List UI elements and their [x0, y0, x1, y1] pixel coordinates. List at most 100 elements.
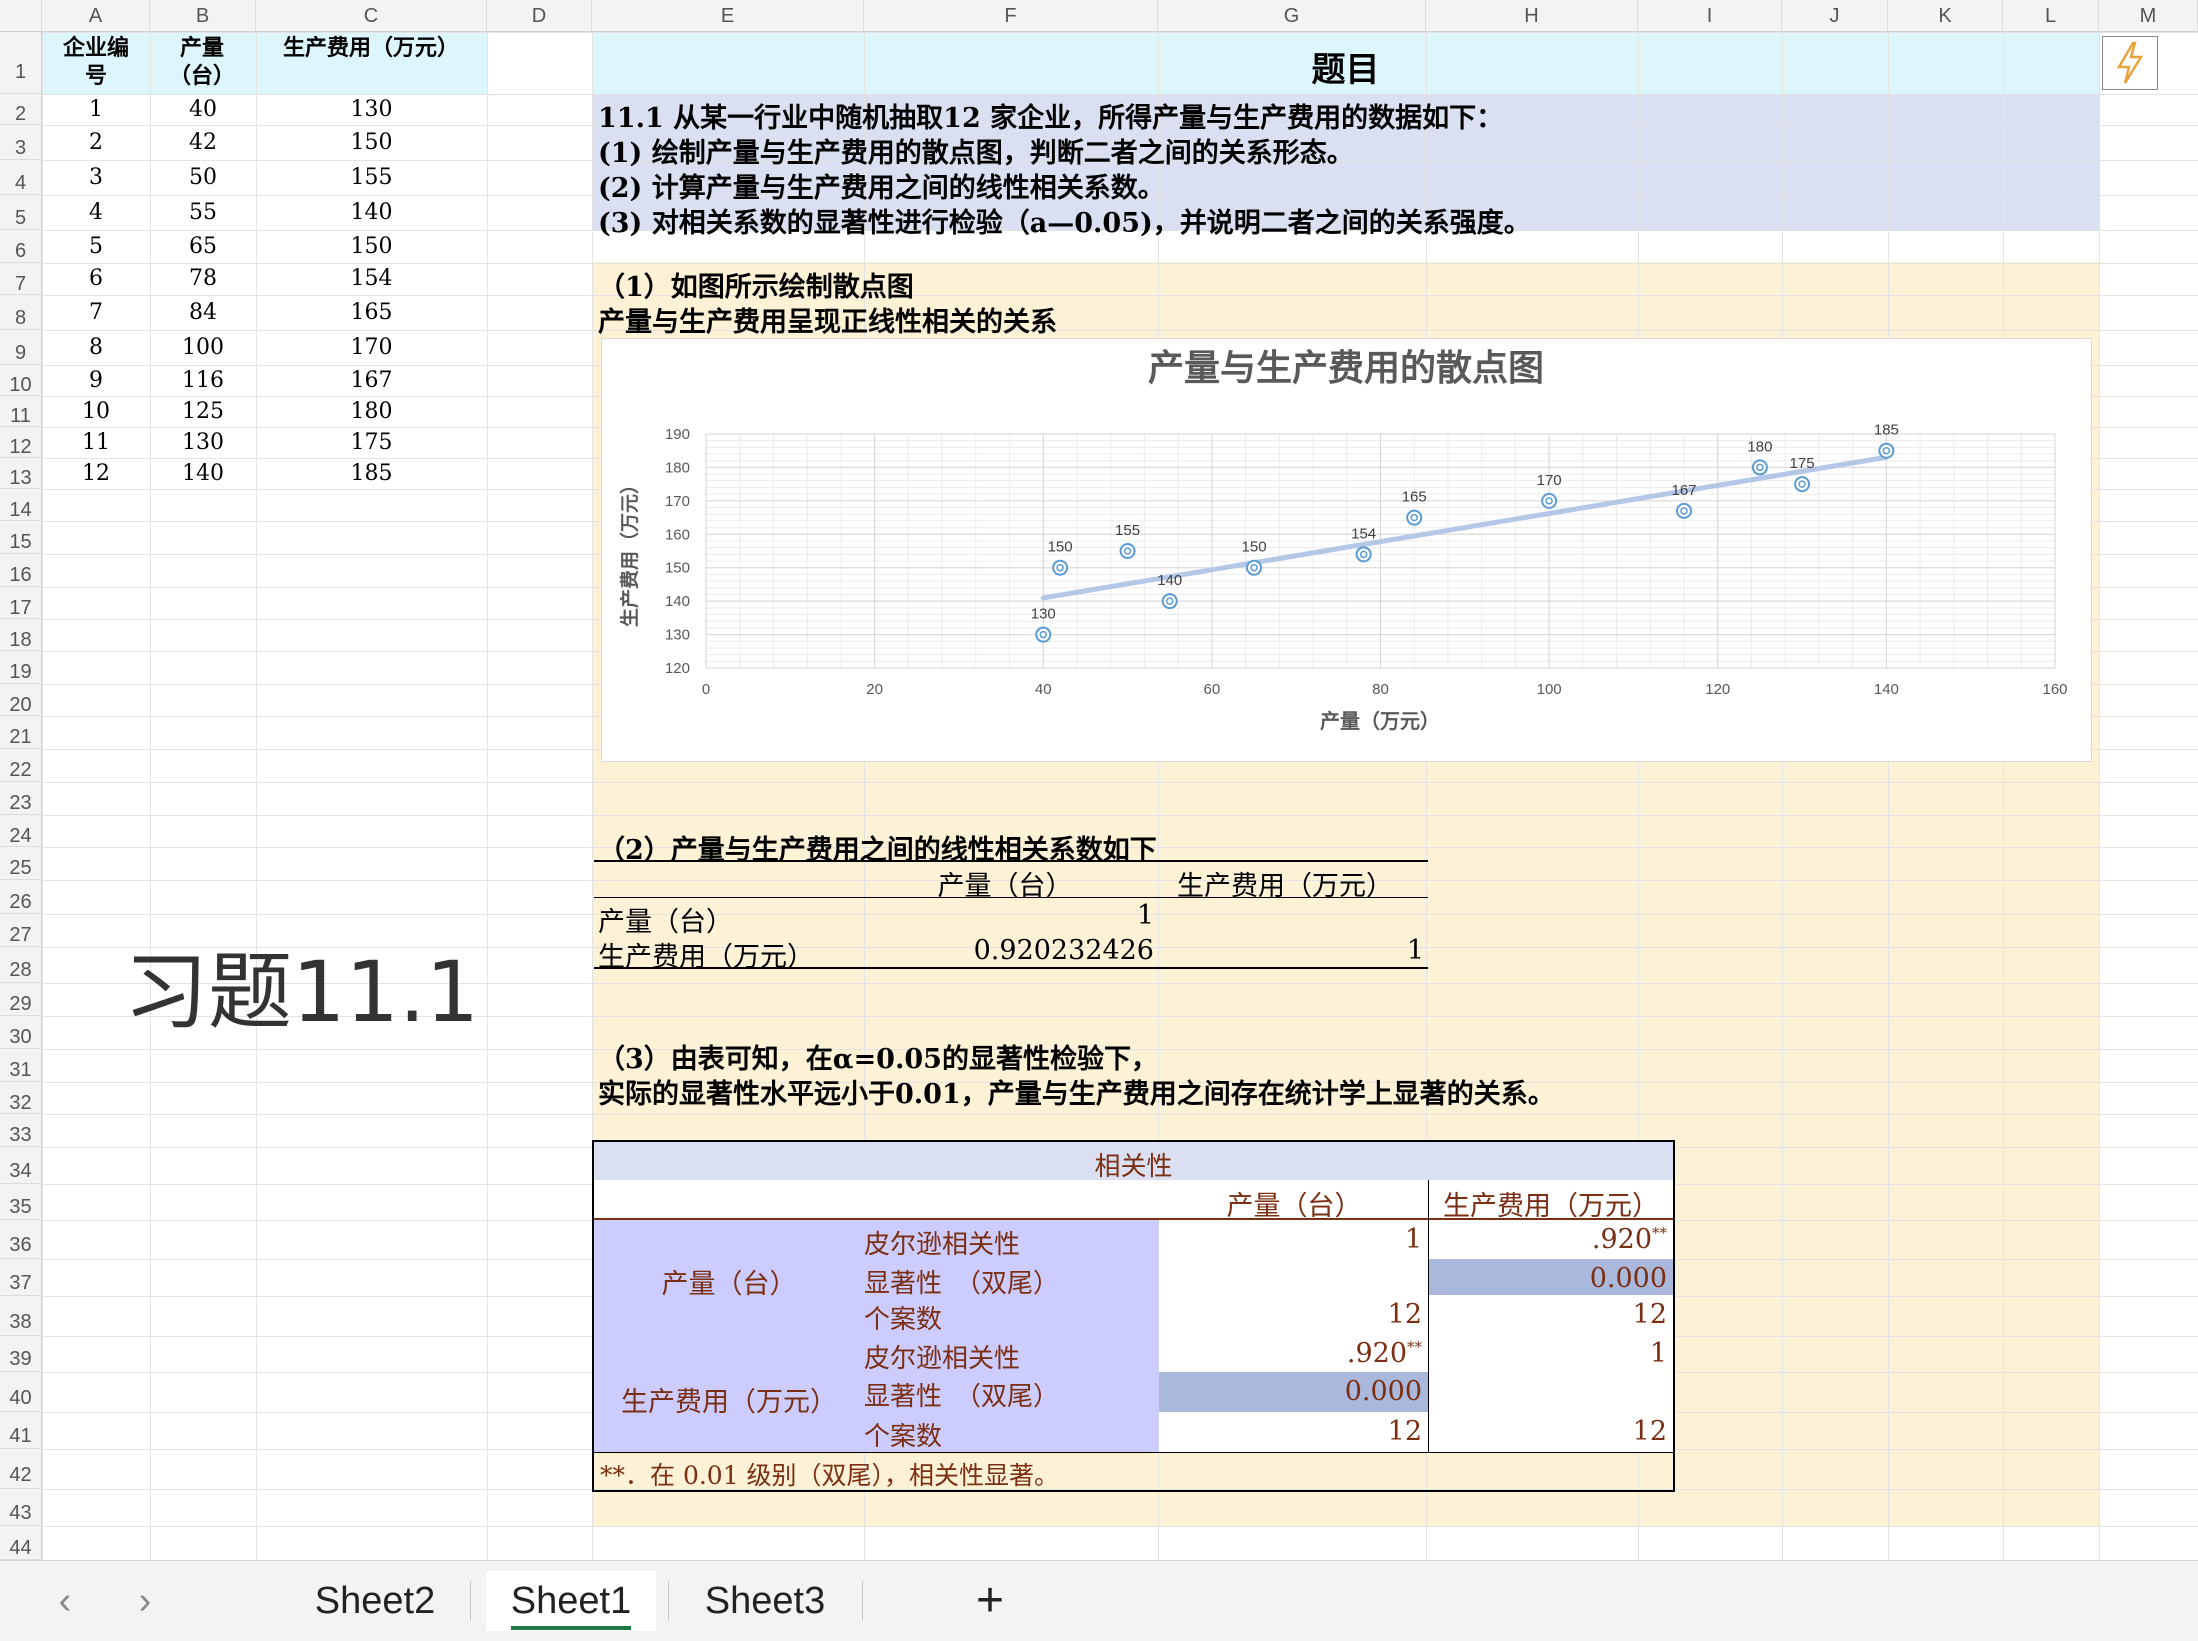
row-header-35[interactable]: 35 — [0, 1184, 42, 1220]
row-header-39[interactable]: 39 — [0, 1336, 42, 1372]
add-sheet-button[interactable]: + — [960, 1571, 1020, 1631]
spss-cell[interactable]: .920** — [1429, 1224, 1667, 1255]
row-header-2[interactable]: 2 — [0, 94, 42, 125]
spss-cell[interactable]: .920** — [1159, 1338, 1422, 1369]
cell-output[interactable]: 55 — [150, 200, 256, 225]
scatter-chart[interactable]: 0 20 40 60 80 100 120 140 160 120 130 140 150 160 170 1… — [601, 338, 2092, 762]
cell-id[interactable]: 5 — [42, 234, 150, 259]
row-header-33[interactable]: 33 — [0, 1114, 42, 1147]
row-header-27[interactable]: 27 — [0, 914, 42, 947]
cell-output[interactable]: 100 — [150, 335, 256, 360]
cell-cost[interactable]: 150 — [256, 234, 487, 259]
column-header-J[interactable]: J — [1782, 0, 1888, 32]
row-header-14[interactable]: 14 — [0, 489, 42, 521]
spss-cell[interactable]: 12 — [1429, 1416, 1667, 1447]
row-header-9[interactable]: 9 — [0, 330, 42, 365]
row-header-24[interactable]: 24 — [0, 815, 42, 847]
cell-output[interactable]: 116 — [150, 368, 256, 393]
cell-id[interactable]: 12 — [42, 461, 150, 486]
row-header-23[interactable]: 23 — [0, 782, 42, 815]
column-header-H[interactable]: H — [1426, 0, 1638, 32]
cell-id[interactable]: 6 — [42, 266, 150, 291]
spss-cell[interactable]: 0.000 — [1429, 1263, 1667, 1294]
cell-cost[interactable]: 155 — [256, 165, 487, 190]
row-header-38[interactable]: 38 — [0, 1296, 42, 1336]
row-header-36[interactable]: 36 — [0, 1220, 42, 1259]
cell-cost[interactable]: 167 — [256, 368, 487, 393]
row-header-31[interactable]: 31 — [0, 1049, 42, 1082]
flash-fill-icon[interactable] — [2102, 36, 2158, 90]
spss-cell[interactable]: 12 — [1159, 1416, 1422, 1447]
corr-r21[interactable]: 0.920232426 — [900, 935, 1154, 966]
spss-cell[interactable]: 1 — [1159, 1224, 1422, 1255]
cell-output[interactable]: 78 — [150, 266, 256, 291]
column-header-C[interactable]: C — [256, 0, 487, 32]
header-id[interactable]: 企业编 号 — [44, 34, 148, 90]
cell-output[interactable]: 84 — [150, 300, 256, 325]
cell-id[interactable]: 3 — [42, 165, 150, 190]
spss-cell[interactable]: 0.000 — [1159, 1376, 1422, 1407]
row-header-34[interactable]: 34 — [0, 1147, 42, 1184]
column-header-I[interactable]: I — [1638, 0, 1782, 32]
cell-id[interactable]: 2 — [42, 130, 150, 155]
cell-output[interactable]: 125 — [150, 399, 256, 424]
row-header-20[interactable]: 20 — [0, 684, 42, 716]
prev-sheet-button[interactable]: ‹ — [40, 1571, 90, 1631]
row-header-44[interactable]: 44 — [0, 1526, 42, 1560]
row-header-30[interactable]: 30 — [0, 1016, 42, 1049]
row-header-43[interactable]: 43 — [0, 1489, 42, 1526]
column-header-D[interactable]: D — [487, 0, 592, 32]
cell-output[interactable]: 65 — [150, 234, 256, 259]
tab-sheet3[interactable]: Sheet3 — [690, 1571, 840, 1631]
cell-cost[interactable]: 180 — [256, 399, 487, 424]
row-header-11[interactable]: 11 — [0, 396, 42, 427]
row-header-19[interactable]: 19 — [0, 651, 42, 684]
tab-sheet1[interactable]: Sheet1 — [486, 1571, 656, 1631]
row-header-13[interactable]: 13 — [0, 458, 42, 489]
column-header-F[interactable]: F — [864, 0, 1158, 32]
cell-cost[interactable]: 130 — [256, 97, 487, 122]
column-header-E[interactable]: E — [592, 0, 864, 32]
column-header-G[interactable]: G — [1158, 0, 1426, 32]
row-header-37[interactable]: 37 — [0, 1259, 42, 1296]
row-header-10[interactable]: 10 — [0, 365, 42, 396]
spss-cell[interactable]: 12 — [1429, 1299, 1667, 1330]
cell-cost[interactable]: 150 — [256, 130, 487, 155]
cell-id[interactable]: 11 — [42, 430, 150, 455]
column-header-L[interactable]: L — [2003, 0, 2099, 32]
spss-correlation-table[interactable]: 相关性 产量（台） 生产费用（万元） 产量（台） 生产费用（万元） 皮尔逊相关性… — [592, 1140, 1675, 1492]
row-header-42[interactable]: 42 — [0, 1449, 42, 1489]
cell-id[interactable]: 4 — [42, 200, 150, 225]
cell-cost[interactable]: 165 — [256, 300, 487, 325]
row-header-29[interactable]: 29 — [0, 983, 42, 1016]
cell-output[interactable]: 50 — [150, 165, 256, 190]
row-header-22[interactable]: 22 — [0, 749, 42, 782]
row-header-15[interactable]: 15 — [0, 521, 42, 554]
header-output[interactable]: 产量 （台） — [150, 34, 254, 90]
row-header-1[interactable]: 1 — [0, 32, 42, 94]
cell-output[interactable]: 140 — [150, 461, 256, 486]
column-header-A[interactable]: A — [42, 0, 150, 32]
row-header-16[interactable]: 16 — [0, 554, 42, 587]
row-header-17[interactable]: 17 — [0, 587, 42, 619]
row-header-40[interactable]: 40 — [0, 1372, 42, 1412]
tab-sheet2[interactable]: Sheet2 — [300, 1571, 450, 1631]
cell-output[interactable]: 40 — [150, 97, 256, 122]
row-header-12[interactable]: 12 — [0, 427, 42, 458]
cell-id[interactable]: 10 — [42, 399, 150, 424]
cell-cost[interactable]: 185 — [256, 461, 487, 486]
cell-id[interactable]: 7 — [42, 300, 150, 325]
header-cost[interactable]: 生产费用（万元） — [256, 34, 486, 62]
row-header-8[interactable]: 8 — [0, 295, 42, 330]
row-header-41[interactable]: 41 — [0, 1412, 42, 1449]
column-header-K[interactable]: K — [1888, 0, 2003, 32]
cell-id[interactable]: 9 — [42, 368, 150, 393]
corr-r22[interactable]: 1 — [1160, 935, 1424, 966]
spss-cell[interactable]: 1 — [1429, 1338, 1667, 1369]
row-header-25[interactable]: 25 — [0, 847, 42, 880]
row-header-6[interactable]: 6 — [0, 230, 42, 263]
column-header-B[interactable]: B — [150, 0, 256, 32]
cell-cost[interactable]: 175 — [256, 430, 487, 455]
cell-cost[interactable]: 170 — [256, 335, 487, 360]
spss-cell[interactable]: 12 — [1159, 1299, 1422, 1330]
